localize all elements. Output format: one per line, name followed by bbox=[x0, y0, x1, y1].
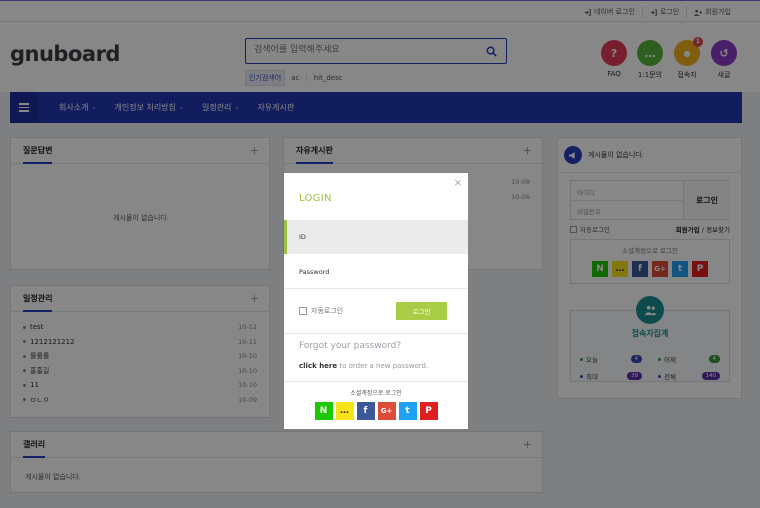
divider bbox=[284, 333, 468, 334]
forgot-password-text: Forgot your password? bbox=[299, 341, 402, 351]
google-icon[interactable]: G+ bbox=[377, 402, 396, 420]
password-input[interactable]: Password bbox=[284, 255, 468, 289]
auto-login-checkbox[interactable]: 자동로그인 bbox=[299, 306, 343, 316]
close-icon[interactable]: × bbox=[452, 176, 464, 189]
facebook-icon[interactable]: f bbox=[356, 402, 375, 420]
kakao-icon[interactable]: … bbox=[335, 402, 354, 420]
id-input[interactable]: ID bbox=[284, 220, 468, 254]
modal-title: LOGIN bbox=[299, 193, 332, 204]
login-modal: × LOGIN ID Password 자동로그인 로그인 Forgot you… bbox=[284, 173, 468, 429]
social-login-title: 소셜계정으로 로그인 bbox=[350, 390, 402, 397]
payco-icon[interactable]: P bbox=[419, 402, 438, 420]
modal-social-icons: N … f G+ t P bbox=[284, 402, 468, 420]
reset-password-text: click here to order a new password. bbox=[299, 362, 429, 370]
modal-login-button[interactable]: 로그인 bbox=[396, 302, 447, 320]
divider bbox=[284, 381, 468, 382]
click-here-link[interactable]: click here bbox=[299, 362, 337, 370]
checkbox-icon bbox=[299, 307, 307, 315]
twitter-icon[interactable]: t bbox=[398, 402, 417, 420]
naver-icon[interactable]: N bbox=[314, 402, 333, 420]
